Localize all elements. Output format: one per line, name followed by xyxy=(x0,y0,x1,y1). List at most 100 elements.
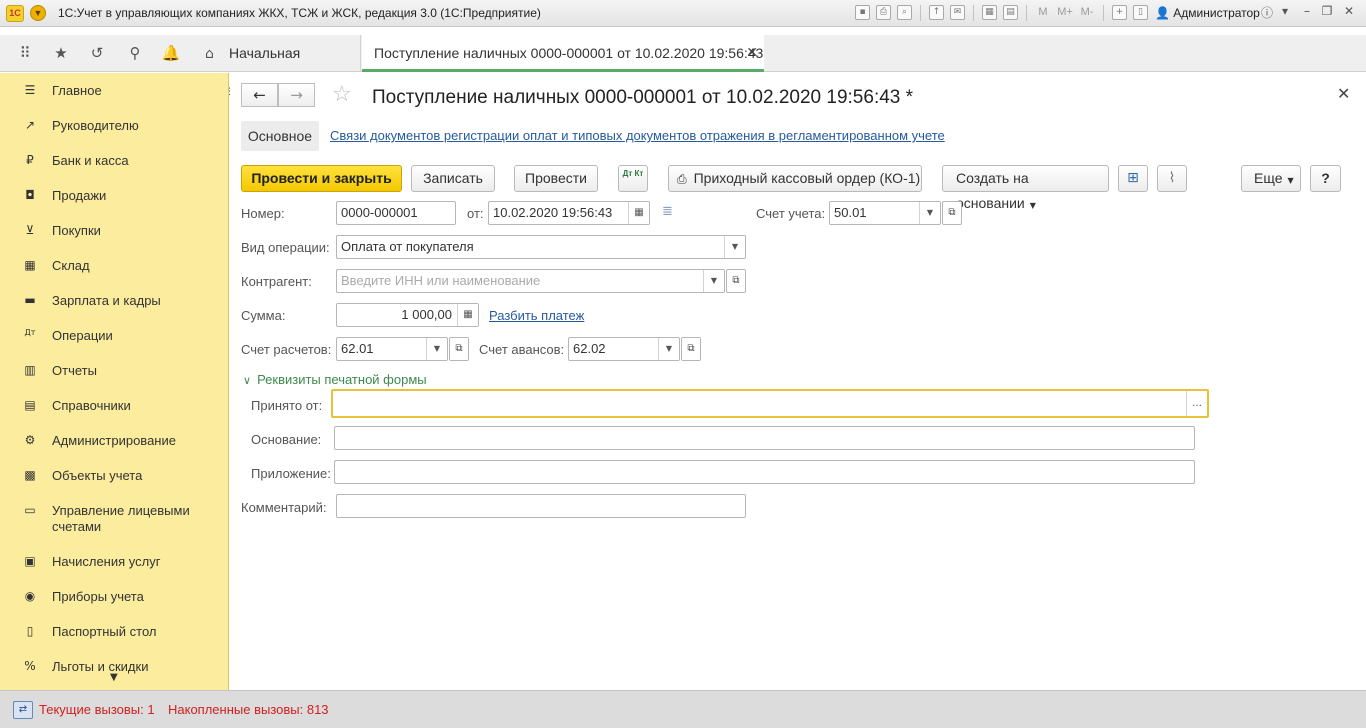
open-icon[interactable]: ⧉ xyxy=(681,337,701,361)
current-user[interactable]: 👤 Администратор xyxy=(1155,6,1260,20)
sidebar-item-label: Администрирование xyxy=(52,433,176,448)
tab-home[interactable]: ⌂Начальная страница xyxy=(195,35,361,98)
tab-close-icon[interactable]: ✕ xyxy=(746,35,758,71)
memory-minus-button[interactable]: M- xyxy=(1079,5,1095,21)
save-button[interactable]: Записать xyxy=(411,165,495,192)
restore-icon[interactable]: ❐ xyxy=(1318,4,1336,18)
document-links-link[interactable]: Связи документов регистрации оплат и тип… xyxy=(330,128,945,143)
toolbar-divider xyxy=(1026,5,1027,21)
attachment-paperclip-icon[interactable]: ⌇ xyxy=(1157,165,1187,192)
sidebar-item-label: Объекты учета xyxy=(52,468,143,483)
back-arrow-icon[interactable]: ← xyxy=(241,83,278,107)
percent-icon: % xyxy=(24,659,36,673)
open-icon[interactable]: ⧉ xyxy=(449,337,469,361)
info-icon[interactable]: ⓘ xyxy=(1258,4,1276,21)
chevron-down-icon[interactable]: ▼ xyxy=(724,236,745,258)
structure-icon[interactable]: ⊞ xyxy=(1118,165,1148,192)
counterparty-input[interactable]: Введите ИНН или наименование ▼ xyxy=(336,269,725,293)
memory-plus-button[interactable]: M+ xyxy=(1057,5,1073,21)
tab-main[interactable]: Основное xyxy=(241,121,319,151)
advance-account-field[interactable]: 62.02 ▼ xyxy=(568,337,680,361)
date-label: от: xyxy=(467,206,484,221)
notifications-bell-icon[interactable]: 🔔 xyxy=(160,43,182,63)
window-title: 1С:Учет в управляющих компаниях ЖКХ, ТСЖ… xyxy=(58,6,541,20)
main-menu-button[interactable]: ▼ xyxy=(30,5,46,21)
attachment-field[interactable] xyxy=(334,460,1195,484)
building-icon: ▩ xyxy=(24,468,36,482)
tab-document[interactable]: Поступление наличных 0000-000001 от 10.0… xyxy=(362,35,764,97)
zoom-icon[interactable]: + xyxy=(1112,5,1127,20)
calculator-icon: ▣ xyxy=(24,554,36,568)
bag-icon: ◘ xyxy=(25,188,35,202)
status-bar: ⇄ Текущие вызовы: 1 Накопленные вызовы: … xyxy=(0,690,1366,728)
mail-icon[interactable]: ✉ xyxy=(950,5,965,20)
panel-icon[interactable]: ▯ xyxy=(1133,5,1148,20)
calendar-icon[interactable]: ▤ xyxy=(1003,5,1018,20)
document-list-icon[interactable]: ≣ xyxy=(662,204,673,219)
memory-m-button[interactable]: M xyxy=(1035,5,1051,21)
favorites-star-icon[interactable]: ★ xyxy=(50,43,72,63)
chevron-down-icon[interactable]: ▼ xyxy=(703,270,724,292)
sidebar-item-label: Зарплата и кадры xyxy=(52,293,161,308)
help-button[interactable]: ? xyxy=(1310,165,1341,192)
sidebar-scroll-down-icon[interactable]: ▼ xyxy=(110,672,118,683)
settlement-account-field[interactable]: 62.01 ▼ xyxy=(336,337,448,361)
card-icon: ▭ xyxy=(24,503,36,517)
chevron-down-icon: ▼ xyxy=(1029,201,1036,210)
chevron-down-icon[interactable]: ▾ xyxy=(1276,4,1294,18)
sidebar-item-label: Льготы и скидки xyxy=(52,659,149,674)
sidebar-item-label: Управление лицевыми счетами xyxy=(52,503,190,534)
create-based-label: Создать на основании xyxy=(956,170,1029,211)
printer-icon: ⎙ xyxy=(677,172,687,186)
minimize-icon[interactable]: – xyxy=(1298,4,1316,18)
received-from-label: Принято от: xyxy=(251,398,323,413)
forward-arrow-icon[interactable]: → xyxy=(278,83,315,107)
create-based-on-button[interactable]: Создать на основании ▼ xyxy=(942,165,1109,211)
calculator-icon[interactable]: ▦ xyxy=(982,5,997,20)
print-form-group-header[interactable]: ∨ Реквизиты печатной формы xyxy=(243,372,427,387)
upload-icon[interactable]: ↑ xyxy=(929,5,944,20)
account-field[interactable]: 50.01 ▼ xyxy=(829,201,941,225)
dt-kt-icon[interactable]: Дт Кт xyxy=(618,165,648,192)
favorite-star-icon[interactable]: ☆ xyxy=(332,84,352,106)
date-field[interactable]: 10.02.2020 19:56:43 ▦ xyxy=(488,201,650,225)
comment-field[interactable] xyxy=(336,494,746,518)
chevron-down-icon: ▼ xyxy=(1287,176,1294,185)
print-icon[interactable]: ⎙ xyxy=(876,5,891,20)
form-close-icon[interactable]: ✕ xyxy=(1337,84,1350,103)
sidebar-item-label: Отчеты xyxy=(52,363,97,378)
print-order-button[interactable]: ⎙ Приходный кассовый ордер (КО-1) xyxy=(668,165,922,192)
preview-icon[interactable]: ⌕ xyxy=(897,5,912,20)
post-button[interactable]: Провести xyxy=(514,165,598,192)
sidebar-item-label: Приборы учета xyxy=(52,589,144,604)
chevron-down-icon[interactable]: ▼ xyxy=(658,338,679,360)
history-icon[interactable]: ↺ xyxy=(86,43,108,63)
apps-grid-icon[interactable]: ⠿ xyxy=(14,43,36,63)
save-icon[interactable]: ▪ xyxy=(855,5,870,20)
sum-label: Сумма: xyxy=(241,308,286,323)
open-icon[interactable]: ⧉ xyxy=(942,201,962,225)
more-button[interactable]: Еще ▼ xyxy=(1241,165,1301,192)
comment-label: Комментарий: xyxy=(241,500,327,515)
chevron-down-icon[interactable]: ▼ xyxy=(426,338,447,360)
basis-field[interactable] xyxy=(334,426,1195,450)
sum-field[interactable]: 1 000,00 ▦ xyxy=(336,303,479,327)
server-calls-icon[interactable]: ⇄ xyxy=(13,701,33,719)
close-icon[interactable]: ✕ xyxy=(1340,4,1358,18)
calendar-icon[interactable]: ▦ xyxy=(628,202,649,224)
sidebar-item-label: Покупки xyxy=(52,223,101,238)
open-icon[interactable]: ⧉ xyxy=(726,269,746,293)
operation-select[interactable]: Оплата от покупателя ▼ xyxy=(336,235,746,259)
split-payment-link[interactable]: Разбить платеж xyxy=(489,308,584,323)
received-from-field[interactable]: … xyxy=(331,389,1209,418)
calculator-icon[interactable]: ▦ xyxy=(457,304,478,326)
counterparty-placeholder: Введите ИНН или наименование xyxy=(341,273,541,288)
menu-lines-icon: ☰ xyxy=(24,83,36,97)
number-field[interactable]: 0000-000001 xyxy=(336,201,456,225)
operation-label: Вид операции: xyxy=(241,240,330,255)
search-icon[interactable]: ⚲ xyxy=(124,43,146,63)
more-dots-icon[interactable]: … xyxy=(1186,391,1207,416)
chevron-down-icon[interactable]: ▼ xyxy=(919,202,940,224)
sidebar-item-label: Продажи xyxy=(52,188,107,203)
post-and-close-button[interactable]: Провести и закрыть xyxy=(241,165,402,192)
